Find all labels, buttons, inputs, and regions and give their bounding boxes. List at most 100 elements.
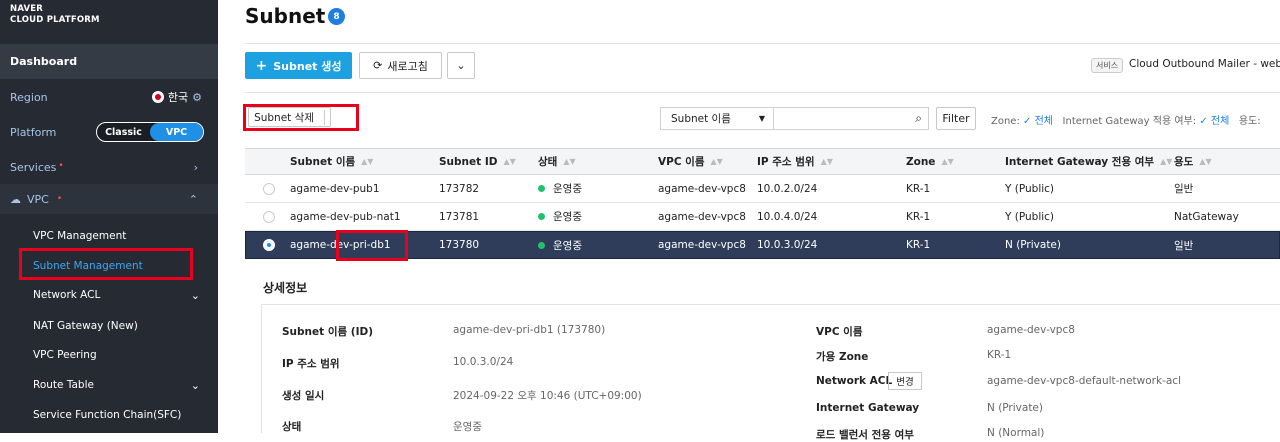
region-row: Region 한국 ⚙: [0, 84, 218, 110]
platform-label: Platform: [10, 125, 57, 139]
header-zone[interactable]: Zone ▲▼: [906, 149, 954, 174]
detail-value: 10.0.3.0/24: [453, 356, 514, 368]
detail-key: 상태: [282, 421, 302, 433]
chevron-down-icon[interactable]: ⌄: [191, 379, 200, 392]
sidebar-item-vpc-management[interactable]: VPC Management: [33, 230, 126, 242]
header-usage[interactable]: 용도 ▲▼: [1174, 149, 1212, 174]
header-label: VPC 이름: [658, 156, 705, 168]
change-acl-button[interactable]: 변경: [888, 372, 922, 390]
row-radio[interactable]: [263, 210, 275, 223]
region-label: Region: [10, 90, 48, 104]
more-dropdown-button[interactable]: ⌄: [447, 52, 475, 79]
status-dot-icon: [538, 185, 545, 192]
detail-value: 2024-09-22 오후 10:46 (UTC+09:00): [453, 390, 642, 402]
status-dot-icon: [538, 213, 545, 220]
detail-key: Network ACL: [816, 375, 893, 387]
check-icon: ✓: [1023, 116, 1035, 127]
divider: [245, 92, 1280, 93]
cell-igw: N (Private): [1005, 239, 1061, 251]
new-dot-icon: •: [58, 160, 64, 171]
sidebar-item-network-acl[interactable]: Network ACL: [33, 289, 100, 301]
header-ip-range[interactable]: IP 주소 범위 ▲▼: [757, 149, 833, 174]
header-subnet-id[interactable]: Subnet ID ▲▼: [439, 149, 516, 174]
sort-icon: ▲▼: [1199, 157, 1212, 166]
igw-filter-value[interactable]: 전체: [1211, 116, 1229, 127]
sidebar-item-sfc[interactable]: Service Function Chain(SFC): [33, 409, 181, 421]
region-selector[interactable]: 한국 ⚙: [151, 89, 202, 105]
vpc-text: VPC: [27, 192, 49, 206]
cell-ip: 10.0.4.0/24: [757, 210, 818, 223]
chevron-right-icon: ›: [193, 160, 198, 174]
check-icon: ✓: [1199, 116, 1211, 127]
sidebar-item-dashboard[interactable]: Dashboard: [0, 44, 218, 79]
filter-label: Filter: [942, 112, 970, 125]
header-subnet-name[interactable]: Subnet 이름 ▲▼: [290, 149, 373, 174]
sidebar-item-vpc[interactable]: ☁ VPC • ⌃: [0, 184, 218, 214]
table-header: Subnet 이름 ▲▼ Subnet ID ▲▼ 상태 ▲▼ VPC 이름 ▲▼ IP…: [245, 148, 1280, 175]
gear-icon[interactable]: ⚙: [192, 91, 202, 104]
header-vpc-name[interactable]: VPC 이름 ▲▼: [658, 149, 723, 174]
detail-value: N (Normal): [987, 427, 1045, 439]
cell-vpc: agame-dev-vpc8: [658, 239, 746, 251]
cell-igw: Y (Public): [1005, 182, 1055, 195]
detail-value[interactable]: agame-dev-vpc8-default-network-acl: [987, 375, 1181, 387]
create-subnet-label: Subnet 생성: [273, 59, 342, 73]
header-label: Zone: [906, 155, 936, 168]
create-subnet-button[interactable]: + Subnet 생성: [245, 52, 352, 79]
main-content: Subnet 8 + Subnet 생성 ⟳ 새로고침 ⌄ 서비스 Cloud …: [218, 0, 1280, 441]
cell-status: 운영중: [553, 211, 582, 223]
cell-vpc: agame-dev-vpc8: [658, 210, 746, 223]
sidebar-item-services[interactable]: Services • ›: [0, 155, 218, 179]
header-label: Subnet 이름: [290, 156, 356, 168]
cell-id: 173781: [439, 210, 480, 223]
row-radio[interactable]: [263, 182, 275, 195]
detail-key: 생성 일시: [282, 390, 325, 402]
naver-cloud-logo[interactable]: NAVER CLOUD PLATFORM: [10, 4, 100, 26]
korea-flag-icon: [151, 91, 164, 103]
cell-zone: KR-1: [906, 182, 931, 195]
detail-value: KR-1: [987, 349, 1012, 361]
cell-name: agame-dev-pub-nat1: [290, 210, 401, 223]
platform-vpc[interactable]: VPC: [150, 123, 203, 141]
platform-row: Platform Classic VPC: [0, 120, 218, 144]
sidebar-item-nat-gateway[interactable]: NAT Gateway (New): [33, 320, 138, 332]
search-icon[interactable]: ⌕: [915, 111, 922, 126]
platform-classic[interactable]: Classic: [97, 123, 150, 141]
header-label: Internet Gateway 전용 여부: [1005, 156, 1155, 168]
filter-button[interactable]: Filter: [936, 107, 976, 130]
new-dot-icon: •: [56, 194, 63, 204]
logo-line2: CLOUD PLATFORM: [10, 15, 100, 25]
platform-toggle[interactable]: Classic VPC: [96, 122, 204, 142]
dashboard-label: Dashboard: [10, 55, 78, 68]
detail-key: 로드 밸런서 전용 여부: [816, 429, 914, 441]
sidebar-item-vpc-peering[interactable]: VPC Peering: [33, 349, 97, 361]
service-notice[interactable]: Cloud Outbound Mailer - web ec: [1129, 58, 1280, 70]
row-radio-selected[interactable]: [263, 239, 275, 251]
sidebar-item-route-table[interactable]: Route Table: [33, 379, 94, 391]
detail-value: agame-dev-vpc8: [987, 324, 1075, 336]
table-row[interactable]: agame-dev-pub-nat1 173781 운영중 agame-dev-…: [245, 203, 1280, 231]
search-field-select[interactable]: Subnet 이름 ▼: [660, 107, 774, 130]
search-input[interactable]: ⌕: [773, 107, 929, 130]
sidebar: NAVER CLOUD PLATFORM Dashboard Region 한국…: [0, 0, 218, 433]
detail-title: 상세정보: [263, 281, 308, 295]
header-igw[interactable]: Internet Gateway 전용 여부 ▲▼: [1005, 149, 1172, 174]
sort-icon: ▲▼: [1160, 157, 1173, 166]
refresh-button[interactable]: ⟳ 새로고침: [359, 52, 442, 79]
zone-filter-label: Zone:: [991, 116, 1020, 127]
header-status[interactable]: 상태 ▲▼: [538, 149, 576, 174]
divider: [245, 43, 1280, 44]
status-dot-icon: [538, 241, 545, 249]
count-badge: 8: [328, 8, 345, 25]
sort-icon: ▲▼: [563, 157, 576, 166]
sort-icon: ▲▼: [820, 157, 833, 166]
chevron-down-icon[interactable]: ⌄: [191, 289, 200, 302]
igw-filter-label: Internet Gateway 적용 여부:: [1062, 116, 1197, 127]
zone-filter-value[interactable]: 전체: [1035, 116, 1053, 127]
highlight-box-delete: [243, 104, 359, 131]
highlight-box-db1: [336, 230, 408, 261]
detail-key: VPC 이름: [816, 326, 863, 338]
table-row[interactable]: agame-dev-pub1 173782 운영중 agame-dev-vpc8…: [245, 175, 1280, 203]
sort-icon: ▲▼: [941, 157, 954, 166]
chevron-down-icon: ⌄: [456, 59, 466, 72]
